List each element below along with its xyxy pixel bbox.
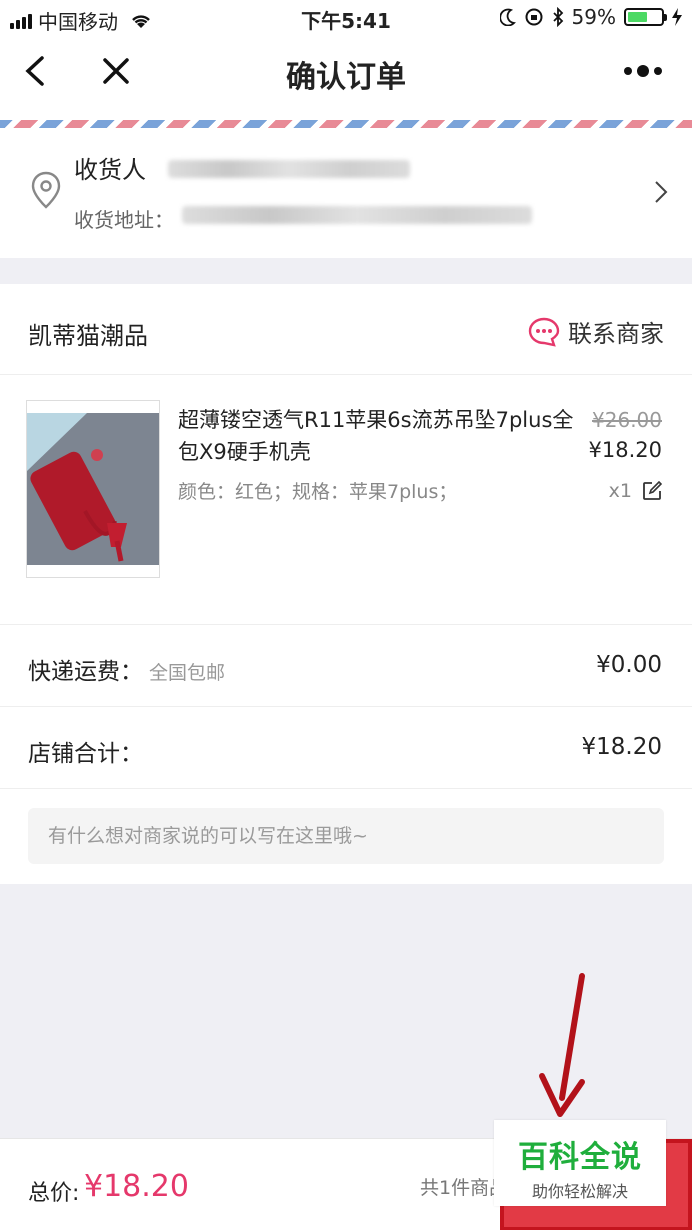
charging-icon [672, 8, 682, 26]
address-label: 收货地址： [74, 208, 174, 232]
shop-total-value: ¥18.20 [581, 734, 662, 760]
chevron-right-icon [655, 181, 668, 203]
watermark-main: 百科全说 [518, 1140, 642, 1175]
receiver-label: 收货人 [74, 156, 146, 184]
shipping-note: 全国包邮 [149, 662, 226, 684]
location-pin-icon [31, 171, 61, 209]
quantity-editor[interactable]: x1 [609, 480, 662, 502]
shipping-label: 快递运费： [28, 659, 143, 685]
moon-icon [499, 8, 516, 26]
airmail-border [0, 120, 692, 128]
product-spec: 颜色：红色；规格：苹果7plus； [178, 481, 458, 503]
page-title: 确认订单 [286, 60, 406, 95]
divider [0, 706, 692, 707]
orientation-lock-icon [525, 8, 543, 26]
watermark-logo: 百科全说 助你轻松解决 [494, 1120, 666, 1206]
shop-card: 凯蒂猫潮品 联系商家 超薄镂空透气R11苹果6s流苏吊坠7plus全包X9硬手机… [0, 284, 692, 884]
original-price: ¥26.00 [592, 408, 662, 432]
battery-icon [624, 8, 667, 26]
chat-icon [528, 317, 560, 347]
bluetooth-icon [552, 7, 563, 27]
shop-total-label: 店铺合计： [28, 741, 143, 767]
product-title: 超薄镂空透气R11苹果6s流苏吊坠7plus全包X9硬手机壳 [178, 408, 574, 464]
more-icon[interactable] [622, 58, 666, 84]
battery-percent: 59% [571, 5, 616, 29]
product-image[interactable] [26, 400, 160, 578]
contact-seller-button[interactable]: 联系商家 [528, 314, 664, 349]
shop-name: 凯蒂猫潮品 [28, 322, 148, 350]
product-price: ¥18.20 [588, 438, 662, 462]
message-to-seller-input[interactable] [28, 808, 664, 864]
annotation-arrow [539, 973, 585, 1117]
nav-bar: 确认订单 [0, 36, 692, 106]
contact-seller-label: 联系商家 [568, 320, 664, 348]
shipping-value: ¥0.00 [596, 652, 662, 678]
divider [0, 788, 692, 789]
quantity-value: x1 [608, 480, 632, 502]
receiver-info-blurred [168, 160, 410, 178]
shipping-row: 快递运费： 全国包邮 [28, 652, 225, 686]
address-card[interactable]: 收货人 收货地址： [0, 106, 692, 258]
status-bar: 中国移动 下午5:41 59% [0, 0, 692, 36]
edit-icon[interactable] [642, 481, 662, 501]
total-label: 总价: [28, 1181, 80, 1206]
address-info-blurred [182, 206, 532, 224]
total-price: ¥18.20 [84, 1169, 189, 1204]
divider [0, 374, 692, 375]
divider [0, 624, 692, 625]
watermark-sub: 助你轻松解决 [531, 1182, 628, 1201]
